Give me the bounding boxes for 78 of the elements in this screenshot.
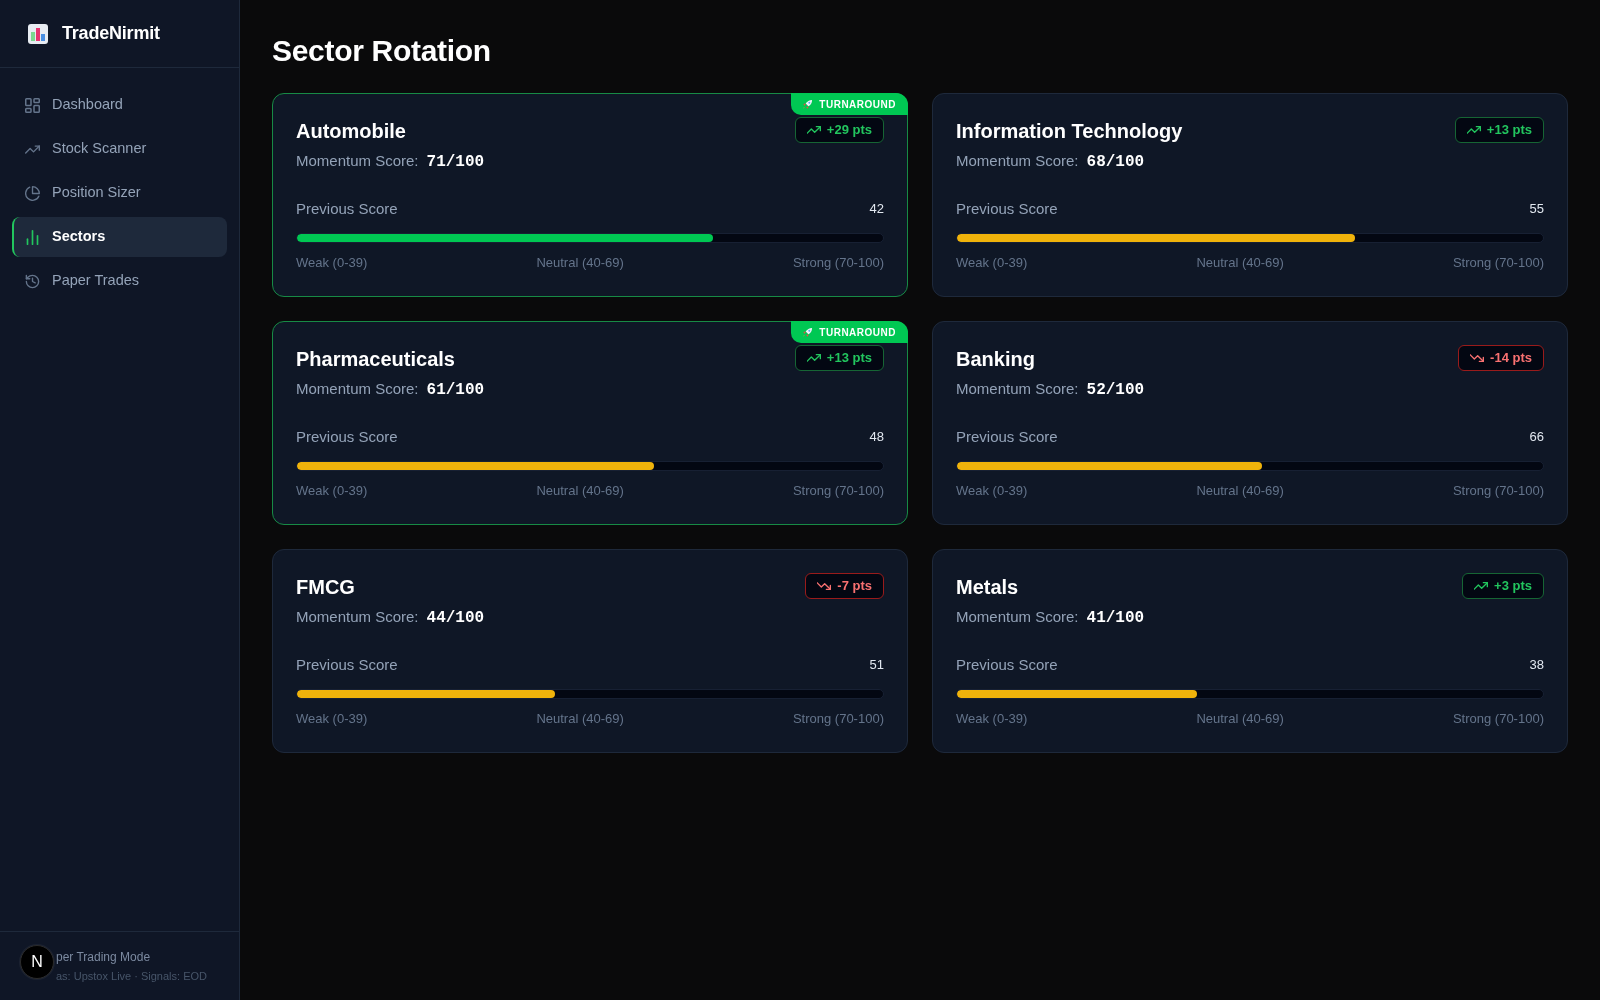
momentum-label: Momentum Score:: [956, 379, 1079, 399]
scale-label: Strong (70-100): [792, 482, 884, 500]
momentum-label: Momentum Score:: [296, 607, 419, 627]
scale-label: Weak (0-39): [956, 710, 1028, 728]
scale-label: Strong (70-100): [1452, 710, 1544, 728]
previous-score-label: Previous Score: [296, 427, 398, 447]
sidebar-item[interactable]: Position Sizer: [12, 173, 227, 213]
previous-score-value: 42: [869, 200, 884, 218]
momentum-value: 41/100: [1086, 608, 1145, 629]
momentum-label: Momentum Score:: [296, 379, 419, 399]
change-value: +29 pts: [826, 121, 872, 140]
change-value: -7 pts: [837, 577, 872, 596]
momentum-label: Momentum Score:: [956, 607, 1079, 627]
scale-label: Strong (70-100): [1452, 254, 1544, 272]
turnaround-label: TURNAROUND: [819, 325, 896, 340]
sidebar-item[interactable]: Stock Scanner: [12, 129, 227, 169]
momentum-value: 61/100: [426, 380, 485, 401]
scale-label: Weak (0-39): [296, 710, 368, 728]
sector-name: Metals: [956, 575, 1020, 600]
momentum-label: Momentum Score:: [956, 151, 1079, 171]
momentum-value: 52/100: [1086, 380, 1145, 401]
change-value: +3 pts: [1494, 577, 1532, 596]
pie-chart-icon: [25, 185, 40, 201]
scale-label: Weak (0-39): [956, 482, 1028, 500]
dashboard-icon: [25, 97, 40, 113]
previous-score-label: Previous Score: [956, 655, 1058, 675]
scale-label: Weak (0-39): [956, 254, 1028, 272]
trend-down-icon: [1470, 351, 1485, 365]
scale-label: Weak (0-39): [296, 482, 368, 500]
brand-name: TradeNirmit: [62, 22, 160, 45]
mode-text: per Trading Mode: [56, 949, 152, 966]
scale-label: Neutral (40-69): [1196, 710, 1284, 728]
previous-score-label: Previous Score: [956, 427, 1058, 447]
momentum-label: Momentum Score:: [296, 151, 419, 171]
momentum-value: 71/100: [426, 152, 485, 173]
scale-label: Neutral (40-69): [536, 482, 624, 500]
trend-down-icon: [817, 579, 832, 593]
sidebar-item[interactable]: Sectors: [12, 217, 227, 257]
momentum-value: 44/100: [426, 608, 485, 629]
previous-score-label: Previous Score: [296, 655, 398, 675]
trend-up-icon: [806, 351, 821, 365]
bar-chart-icon: [25, 229, 40, 245]
scale-label: Neutral (40-69): [536, 254, 624, 272]
scale-label: Strong (70-100): [792, 710, 884, 728]
sector-name: FMCG: [296, 575, 356, 600]
previous-score-label: Previous Score: [956, 199, 1058, 219]
previous-score-value: 51: [869, 656, 884, 674]
sector-name: Banking: [956, 347, 1036, 372]
scale-label: Neutral (40-69): [536, 710, 624, 728]
sidebar-item[interactable]: Paper Trades: [12, 261, 227, 301]
previous-score-value: 66: [1529, 428, 1544, 446]
rocket-icon: [802, 98, 814, 110]
previous-score-value: 48: [869, 428, 884, 446]
turnaround-label: TURNAROUND: [819, 97, 896, 112]
history-icon: [25, 273, 40, 289]
bar-chart-logo-icon: [28, 23, 48, 44]
change-value: +13 pts: [826, 349, 872, 368]
change-value: -14 pts: [1490, 349, 1532, 368]
scale-label: Neutral (40-69): [1196, 254, 1284, 272]
scale-label: Strong (70-100): [1452, 482, 1544, 500]
rocket-icon: [802, 326, 814, 338]
sector-name: Pharmaceuticals: [296, 347, 456, 372]
scale-label: Neutral (40-69): [1196, 482, 1284, 500]
trend-up-icon: [1474, 579, 1489, 593]
sector-name: Automobile: [296, 119, 407, 144]
change-value: +13 pts: [1486, 121, 1532, 140]
scale-label: Weak (0-39): [296, 254, 368, 272]
scale-label: Strong (70-100): [792, 254, 884, 272]
page-title: Sector Rotation: [272, 33, 492, 69]
previous-score-value: 55: [1529, 200, 1544, 218]
data-source-text: as: Upstox Live · Signals: EOD: [56, 969, 208, 984]
momentum-value: 68/100: [1086, 152, 1145, 173]
sector-name: Information Technology: [956, 119, 1183, 144]
previous-score-label: Previous Score: [296, 199, 398, 219]
trend-up-icon: [1466, 123, 1481, 137]
sidebar-item[interactable]: Dashboard: [12, 85, 227, 125]
previous-score-value: 38: [1529, 656, 1544, 674]
trend-up-icon: [806, 123, 821, 137]
